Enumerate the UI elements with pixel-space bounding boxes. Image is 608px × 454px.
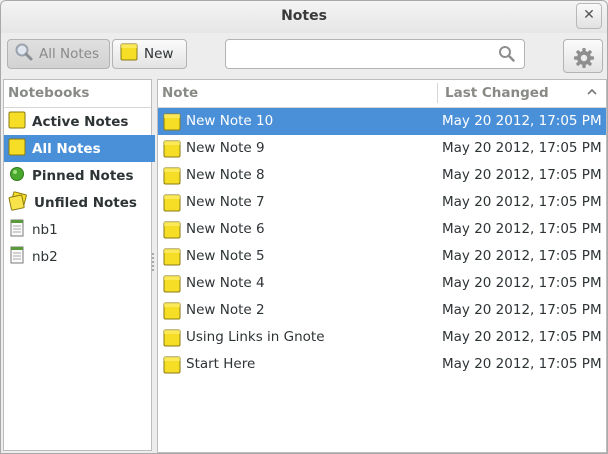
note-icon <box>163 194 181 216</box>
notebook-icon <box>8 246 26 268</box>
note-row[interactable]: New Note 5 May 20 2012, 17:05 PM <box>158 243 606 270</box>
sort-ascending-icon[interactable] <box>586 86 598 102</box>
window-title: Notes <box>281 8 327 24</box>
notebook-item-unfiled-notes[interactable]: Unfiled Notes <box>4 189 155 216</box>
notes-list: Note Last Changed New Note 10 May 20 2012… <box>157 79 607 453</box>
close-button[interactable]: ✕ <box>576 3 602 29</box>
column-header-last-changed[interactable]: Last Changed <box>445 85 549 101</box>
titlebar[interactable]: Notes ✕ <box>1 1 607 33</box>
notebook-label: Active Notes <box>32 113 129 130</box>
notebook-item-all-notes[interactable]: All Notes <box>4 135 155 162</box>
all-notes-label: All Notes <box>39 46 100 62</box>
note-row[interactable]: New Note 10 May 20 2012, 17:05 PM <box>158 108 606 135</box>
search-field[interactable] <box>225 39 525 70</box>
note-row[interactable]: New Note 7 May 20 2012, 17:05 PM <box>158 189 606 216</box>
note-last-changed: May 20 2012, 17:05 PM <box>442 248 602 264</box>
note-icon <box>163 140 181 162</box>
note-last-changed: May 20 2012, 17:05 PM <box>442 221 602 237</box>
notebook-label: Unfiled Notes <box>34 194 137 211</box>
note-icon <box>163 167 181 189</box>
settings-button[interactable] <box>563 39 603 73</box>
notebooks-header-label: Notebooks <box>8 85 90 101</box>
note-row[interactable]: Start Here May 20 2012, 17:05 PM <box>158 351 606 378</box>
note-last-changed: May 20 2012, 17:05 PM <box>442 167 602 183</box>
note-title: New Note 2 <box>186 302 265 318</box>
note-icon <box>163 113 181 135</box>
note-last-changed: May 20 2012, 17:05 PM <box>442 275 602 291</box>
yellow-note-icon <box>8 138 26 160</box>
new-note-button[interactable]: New <box>112 39 187 69</box>
note-icon <box>163 275 181 297</box>
note-last-changed: May 20 2012, 17:05 PM <box>442 140 602 156</box>
note-title: New Note 6 <box>186 221 265 237</box>
note-icon <box>163 329 181 351</box>
notebook-icon <box>8 219 26 241</box>
note-title: New Note 4 <box>186 275 265 291</box>
note-title: New Note 7 <box>186 194 265 210</box>
yellow-note-icon <box>8 111 26 133</box>
notes-window: Notes ✕ All Notes New Notebooks Active N… <box>0 0 608 454</box>
note-title: Using Links in Gnote <box>186 329 325 345</box>
notebook-label: Pinned Notes <box>32 167 134 184</box>
note-row[interactable]: New Note 6 May 20 2012, 17:05 PM <box>158 216 606 243</box>
notes-header: Note Last Changed <box>158 80 606 108</box>
note-icon <box>163 221 181 243</box>
new-note-label: New <box>144 46 174 62</box>
note-title: New Note 5 <box>186 248 265 264</box>
notebook-item-pinned-notes[interactable]: Pinned Notes <box>4 162 155 189</box>
notebook-label: nb2 <box>32 248 58 265</box>
note-last-changed: May 20 2012, 17:05 PM <box>442 194 602 210</box>
notebook-item-active-notes[interactable]: Active Notes <box>4 108 155 135</box>
note-last-changed: May 20 2012, 17:05 PM <box>442 356 602 372</box>
column-separator <box>437 83 438 103</box>
note-last-changed: May 20 2012, 17:05 PM <box>442 113 602 129</box>
toolbar: All Notes New <box>1 33 607 77</box>
note-row[interactable]: New Note 2 May 20 2012, 17:05 PM <box>158 297 606 324</box>
notebook-item-nb2[interactable]: nb2 <box>4 243 155 270</box>
note-icon <box>163 356 181 378</box>
note-title: Start Here <box>186 356 256 372</box>
note-icon <box>163 302 181 324</box>
note-row[interactable]: Using Links in Gnote May 20 2012, 17:05 P… <box>158 324 606 351</box>
search-icon <box>14 42 34 66</box>
note-title: New Note 8 <box>186 167 265 183</box>
note-row[interactable]: New Note 4 May 20 2012, 17:05 PM <box>158 270 606 297</box>
note-row[interactable]: New Note 9 May 20 2012, 17:05 PM <box>158 135 606 162</box>
note-last-changed: May 20 2012, 17:05 PM <box>442 329 602 345</box>
notebooks-pane: Notebooks Active Notes All Notes Pinned … <box>3 79 155 451</box>
column-header-note[interactable]: Note <box>162 85 198 101</box>
all-notes-button[interactable]: All Notes <box>7 39 110 69</box>
new-note-icon <box>119 42 139 66</box>
note-last-changed: May 20 2012, 17:05 PM <box>442 302 602 318</box>
note-row[interactable]: New Note 8 May 20 2012, 17:05 PM <box>158 162 606 189</box>
search-icon <box>498 45 516 67</box>
notebook-item-nb1[interactable]: nb1 <box>4 216 155 243</box>
note-title: New Note 10 <box>186 113 274 129</box>
pane-resize-handle[interactable] <box>152 251 155 281</box>
search-input[interactable] <box>234 40 498 70</box>
note-icon <box>163 248 181 270</box>
notebook-label: All Notes <box>32 140 101 157</box>
green-pin-icon <box>8 165 26 187</box>
notebooks-header[interactable]: Notebooks <box>4 80 151 108</box>
notebook-label: nb1 <box>32 221 58 238</box>
unfiled-notes-icon <box>8 190 28 215</box>
note-title: New Note 9 <box>186 140 265 156</box>
